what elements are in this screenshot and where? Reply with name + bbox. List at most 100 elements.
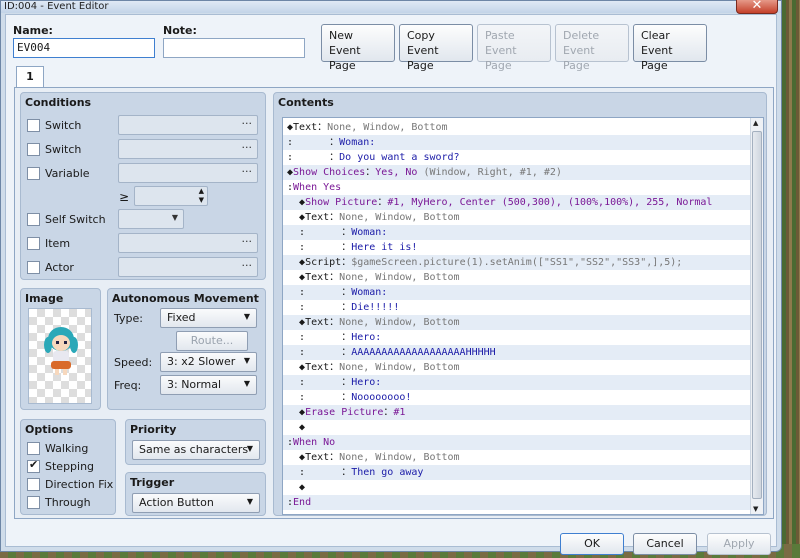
command-name: Text (305, 212, 330, 223)
command-line[interactable]: ◆Text：None, Window, Bottom (283, 450, 750, 465)
self-switch-label: Self Switch (45, 213, 106, 226)
event-command-list[interactable]: :End ◆ : ：Then go away ◆Text：None, Windo… (282, 117, 764, 515)
command-line[interactable]: ◆Show Picture：#1, MyHero, Center (500,30… (283, 195, 750, 210)
command-separator: ： (329, 212, 340, 223)
chevron-down-icon: ▼ (243, 356, 250, 365)
command-line[interactable]: ◆Text：None, Window, Bottom (283, 120, 750, 135)
name-field[interactable]: EV004 (13, 38, 155, 58)
command-line[interactable]: ◆Text：None, Window, Bottom (283, 360, 750, 375)
new-event-page-button[interactable]: New Event Page (321, 24, 395, 72)
command-line[interactable]: ◆Show Choices：Yes, No (Window, Right, #1… (283, 165, 750, 180)
command-marker-icon: ◆ (299, 422, 306, 433)
switch1-checkbox[interactable] (27, 119, 40, 132)
command-separator: ： (341, 257, 352, 268)
direction-fix-checkbox[interactable] (27, 478, 40, 491)
scroll-up-icon[interactable]: ▲ (753, 119, 758, 127)
ok-button[interactable]: OK (560, 533, 624, 555)
item-selector[interactable]: ··· (118, 233, 258, 253)
command-line[interactable]: :End (283, 495, 750, 510)
command-indent: : (287, 287, 342, 298)
variable-selector[interactable]: ··· (118, 163, 258, 183)
command-args: #1, MyHero, Center (500,300), (100%,100%… (387, 197, 713, 208)
cancel-button[interactable]: Cancel (633, 533, 697, 555)
copy-event-page-button[interactable]: Copy Event Page (399, 24, 473, 72)
note-field[interactable] (163, 38, 305, 58)
command-args: AAAAAAAAAAAAAAAAAAAHHHHH (351, 347, 496, 358)
command-indent (287, 212, 299, 223)
actor-selector[interactable]: ··· (118, 257, 258, 277)
command-extra: (Window, Right, #1, #2) (417, 167, 562, 178)
command-separator: ： (341, 242, 352, 253)
spin-up-icon[interactable]: ▲ (199, 187, 204, 195)
scroll-down-icon[interactable]: ▼ (753, 505, 758, 513)
command-line[interactable]: ◆Script：$gameScreen.picture(1).setAnim([… (283, 255, 750, 270)
chevron-down-icon: ▼ (171, 213, 178, 222)
command-marker-icon: ◆ (299, 482, 306, 493)
trigger-select[interactable]: Action Button ▼ (132, 493, 260, 513)
scroll-thumb[interactable] (752, 131, 762, 499)
priority-select[interactable]: Same as characters ▼ (132, 440, 260, 460)
command-line[interactable]: : ：Woman: (283, 285, 750, 300)
trigger-value: Action Button (139, 496, 214, 509)
command-line[interactable]: ◆Text：None, Window, Bottom (283, 210, 750, 225)
delete-button-line2: Event Page (563, 44, 595, 72)
command-line[interactable]: : ：Here it is! (283, 240, 750, 255)
greater-equal-symbol: ≥ (119, 190, 130, 204)
command-line[interactable]: ◆ (283, 420, 750, 435)
clear-event-page-button[interactable]: Clear Event Page (633, 24, 707, 72)
speed-select[interactable]: 3: x2 Slower ▼ (160, 352, 257, 372)
stepping-checkbox[interactable] (27, 458, 40, 473)
close-icon[interactable]: ✕ (736, 0, 778, 14)
command-line[interactable]: :When No (283, 435, 750, 450)
type-select[interactable]: Fixed ▼ (160, 308, 257, 328)
command-separator: ： (341, 332, 352, 343)
variable-value-spinner[interactable]: ▲ ▼ (134, 186, 208, 206)
command-line[interactable]: : ：Noooooooo! (283, 390, 750, 405)
actor-checkbox[interactable] (27, 261, 40, 274)
command-line[interactable]: : ：Then go away (283, 465, 750, 480)
switch1-selector[interactable]: ··· (118, 115, 258, 135)
self-switch-select[interactable]: ▼ (118, 209, 184, 229)
command-indent (287, 422, 299, 433)
command-line[interactable]: : ：Do you want a sword? (283, 150, 750, 165)
switch2-checkbox[interactable] (27, 143, 40, 156)
command-line[interactable]: : ：Woman: (283, 225, 750, 240)
item-checkbox[interactable] (27, 237, 40, 250)
command-line[interactable]: ◆Text：None, Window, Bottom (283, 315, 750, 330)
paste-button-line2: Event Page (485, 44, 517, 72)
command-name: Text (305, 272, 330, 283)
walking-checkbox[interactable] (27, 442, 40, 455)
image-group: Image (20, 288, 101, 410)
item-dots: ··· (241, 235, 253, 248)
delete-event-page-button[interactable]: Delete Event Page (555, 24, 629, 72)
tab-page-1[interactable]: 1 (16, 66, 44, 88)
priority-group: Priority Same as characters ▼ (125, 419, 266, 465)
command-line[interactable]: : ：Woman: (283, 135, 750, 150)
character-image-preview[interactable] (28, 308, 92, 404)
command-args: None, Window, Bottom (339, 452, 460, 463)
actor-label: Actor (45, 261, 74, 274)
command-line[interactable]: :When Yes (283, 180, 750, 195)
switch2-selector[interactable]: ··· (118, 139, 258, 159)
vertical-scrollbar[interactable]: ▲ ▼ (750, 118, 763, 514)
contents-title: Contents (278, 96, 334, 109)
character-sprite-icon (44, 327, 78, 375)
freq-select[interactable]: 3: Normal ▼ (160, 375, 257, 395)
self-switch-checkbox[interactable] (27, 213, 40, 226)
through-checkbox[interactable] (27, 496, 40, 509)
command-line[interactable]: ◆Erase Picture：#1 (283, 405, 750, 420)
command-line[interactable]: : ：Die!!!!! (283, 300, 750, 315)
delete-button-line1: Delete (563, 29, 600, 42)
paste-event-page-button[interactable]: Paste Event Page (477, 24, 551, 72)
command-line[interactable]: : ：Hero: (283, 330, 750, 345)
command-line[interactable]: : ：Hero: (283, 375, 750, 390)
window-title: ID:004 - Event Editor (1, 1, 781, 13)
command-line[interactable]: ◆ (283, 480, 750, 495)
route-button[interactable]: Route... (176, 331, 248, 351)
spin-down-icon[interactable]: ▼ (199, 196, 204, 204)
command-line[interactable]: : ：AAAAAAAAAAAAAAAAAAAHHHHH (283, 345, 750, 360)
walking-label: Walking (45, 442, 89, 455)
apply-button[interactable]: Apply (707, 533, 771, 555)
command-line[interactable]: ◆Text：None, Window, Bottom (283, 270, 750, 285)
variable-checkbox[interactable] (27, 167, 40, 180)
